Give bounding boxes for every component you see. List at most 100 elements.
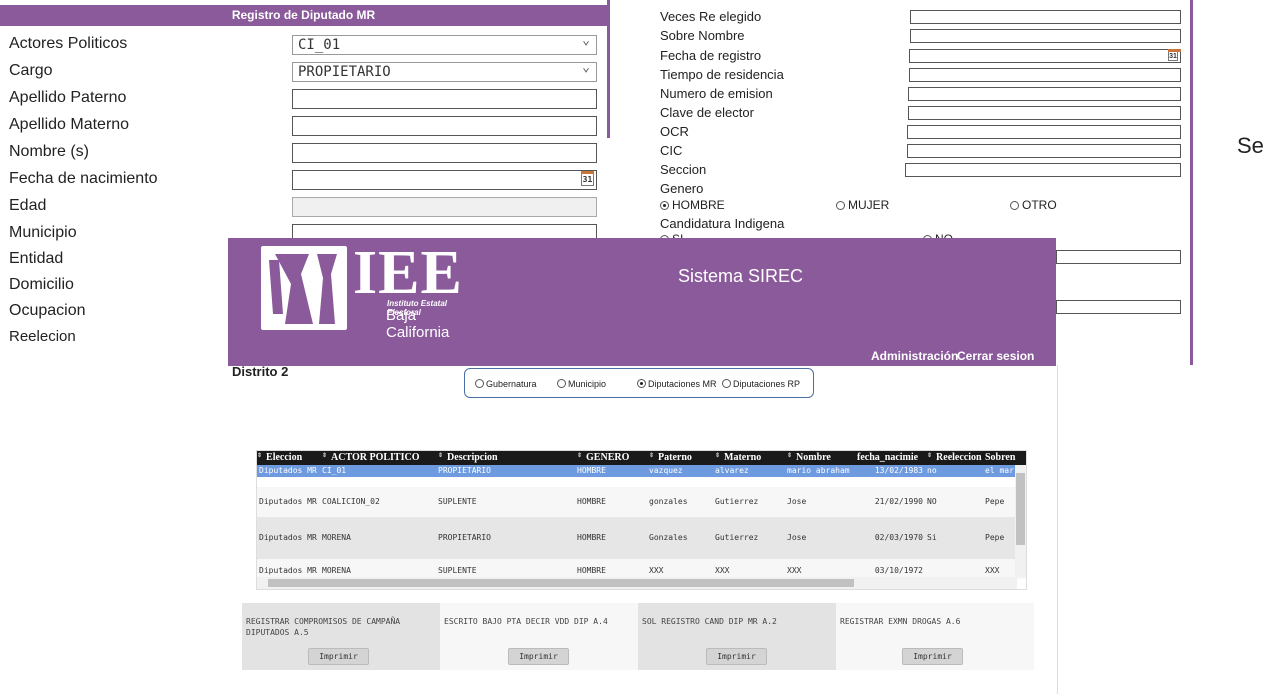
cell-fecha-nacimiento: 13/02/1983 — [874, 466, 923, 475]
app-header: IEE Instituto Estatal Electoral Baja Cal… — [228, 238, 1056, 366]
nav-administracion[interactable]: Administración — [871, 349, 958, 363]
actores-politicos-select[interactable]: CI_01 — [292, 32, 597, 55]
column-header-descripcion[interactable]: ⇕ Descripcion — [438, 451, 575, 465]
candidates-table: ⇕ Eleccion ⇕ ACTOR POLITICO ⇕ Descripcion ⇕… — [256, 450, 1027, 590]
imprimir-button[interactable]: Imprimir — [706, 648, 767, 665]
column-header-reeleccion[interactable]: ⇕ Reeleccion — [927, 451, 983, 465]
radio-dot — [557, 379, 566, 388]
column-title: Nombre — [796, 452, 831, 463]
column-title: Materno — [724, 452, 762, 463]
election-filter: Gubernatura Municipio Diputaciones MR Di… — [464, 368, 814, 398]
column-header-actor-politico[interactable]: ⇕ ACTOR POLITICO — [322, 451, 434, 465]
numero-emision-input[interactable] — [908, 87, 1181, 101]
veces-reelegido-input[interactable] — [910, 10, 1181, 24]
sirec-app-window: IEE Instituto Estatal Electoral Baja Cal… — [228, 238, 1058, 694]
column-header-nombre[interactable]: ⇕ Nombre — [787, 451, 855, 465]
fecha-registro-input[interactable]: 31 — [909, 49, 1181, 63]
filter-municipio-radio[interactable]: Municipio — [557, 378, 606, 389]
iee-logo: IEE Instituto Estatal Electoral Baja Cal… — [261, 239, 481, 341]
apellido-paterno-input[interactable] — [292, 89, 597, 109]
column-header-paterno[interactable]: ⇕ Paterno — [649, 451, 713, 465]
genero-hombre-radio[interactable]: HOMBRE — [660, 198, 725, 212]
cic-input[interactable] — [907, 144, 1181, 158]
cell-fecha-nacimiento: 02/03/1970 — [874, 533, 923, 542]
radio-label: Municipio — [568, 379, 607, 389]
cell-actor-politico: CI_01 — [322, 466, 347, 475]
cell-nombre: Jose — [787, 497, 807, 506]
field-label: Clave de elector — [660, 105, 754, 120]
app-title: Sistema SIREC — [678, 266, 804, 286]
imprimir-button[interactable]: Imprimir — [508, 648, 569, 665]
seccion-input[interactable] — [905, 163, 1181, 177]
fecha-nacimiento-input[interactable]: 31 — [292, 170, 597, 190]
calendar-icon[interactable]: 31 — [581, 171, 594, 186]
table-row[interactable]: Diputados MR MORENA PROPIETARIO HOMBRE Gonza… — [257, 517, 1026, 559]
column-header-eleccion[interactable]: ⇕ Eleccion — [257, 451, 320, 465]
radio-dot — [660, 201, 669, 210]
genero-otro-radio[interactable]: OTRO — [1010, 198, 1057, 212]
cell-descripcion: PROPIETARIO — [438, 466, 491, 475]
column-header-genero[interactable]: ⇕ GENERO — [577, 451, 647, 465]
radio-dot — [836, 201, 845, 210]
field-label: Fecha de registro — [660, 48, 762, 63]
ocr-input[interactable] — [907, 125, 1181, 139]
iee-logo-mark — [261, 246, 347, 330]
cell-nombre: Jose — [787, 533, 807, 542]
imprimir-button[interactable]: Imprimir — [308, 648, 369, 665]
nombre-input[interactable] — [292, 143, 597, 163]
field-label: Sobre Nombre — [660, 28, 745, 43]
cell-sobrenombre: Pepe — [985, 533, 1005, 542]
filter-diputaciones-mr-radio[interactable]: Diputaciones MR — [637, 378, 717, 389]
field-edad: Edad — [0, 195, 607, 219]
cell-sobrenombre: Pepe — [985, 497, 1005, 506]
calendar-icon[interactable]: 31 — [1168, 49, 1181, 61]
genero-mujer-radio[interactable]: MUJER — [836, 198, 889, 212]
column-header-fecha-nacimiento[interactable]: fecha_nacimie — [857, 451, 925, 465]
filter-gubernatura-radio[interactable]: Gubernatura — [475, 378, 537, 389]
cell-actor-politico: MORENA — [322, 533, 351, 542]
cell-descripcion: SUPLENTE — [438, 566, 477, 575]
nav-cerrar-sesion[interactable]: Cerrar sesion — [957, 349, 1034, 363]
field-label: Domicilio — [9, 276, 74, 293]
field-label: CIC — [660, 143, 683, 158]
table-row[interactable]: Diputados MR MORENA SUPLENTE HOMBRE XXX XXX XX… — [257, 559, 1026, 579]
scrollbar-thumb[interactable] — [1016, 473, 1025, 545]
clave-elector-input[interactable] — [908, 106, 1181, 120]
table-row[interactable]: Diputados MR COALICION_02 SUPLENTE HOMBRE go… — [257, 487, 1026, 517]
table-vertical-scrollbar[interactable] — [1015, 465, 1026, 577]
field-label: Genero — [660, 181, 704, 196]
field-label: Ocupacion — [9, 302, 86, 319]
field-label: Apellido Materno — [9, 116, 130, 133]
apellido-materno-input[interactable] — [292, 116, 597, 136]
column-header-sobrenombre[interactable]: Sobren — [985, 451, 1021, 465]
field-label: Candidatura Indigena — [660, 216, 785, 231]
hidden-input-2[interactable] — [1056, 300, 1181, 314]
distrito-label: Distrito 2 — [232, 364, 289, 379]
field-label: Municipio — [9, 224, 77, 241]
cargo-select[interactable]: PROPIETARIO — [292, 59, 597, 82]
window-edge — [1057, 365, 1058, 694]
column-header-materno[interactable]: ⇕ Materno — [715, 451, 785, 465]
logo-region: Baja California — [386, 307, 450, 341]
print-cell-label: REGISTRAR COMPROMISOS DE CAMPAÑA DIPUTAD… — [246, 617, 401, 637]
field-apellido-paterno: Apellido Paterno — [0, 87, 607, 111]
table-horizontal-scrollbar[interactable] — [257, 577, 1017, 589]
radio-label: Diputaciones RP — [733, 379, 801, 389]
scrollbar-thumb[interactable] — [268, 579, 854, 587]
sobre-nombre-input[interactable] — [910, 29, 1181, 43]
form-divider — [607, 0, 610, 138]
edad-textarea[interactable] — [292, 197, 597, 217]
cell-reeleccion: no — [927, 466, 937, 475]
table-row[interactable]: Diputados MR CI_01 PROPIETARIO HOMBRE vazque… — [257, 465, 1026, 477]
hidden-input-1[interactable] — [1056, 250, 1181, 264]
cell-paterno: vazquez — [649, 466, 683, 475]
cell-genero: HOMBRE — [577, 497, 606, 506]
field-sobre-nombre: Sobre Nombre — [620, 28, 1190, 47]
filter-diputaciones-rp-radio[interactable]: Diputaciones RP — [722, 378, 800, 389]
column-title: Sobren — [985, 452, 1016, 463]
field-seccion: Seccion — [620, 162, 1190, 181]
column-title: ACTOR POLITICO — [331, 452, 420, 463]
imprimir-button[interactable]: Imprimir — [902, 648, 963, 665]
tiempo-residencia-input[interactable] — [909, 68, 1181, 82]
field-label: Fecha de nacimiento — [9, 170, 158, 187]
